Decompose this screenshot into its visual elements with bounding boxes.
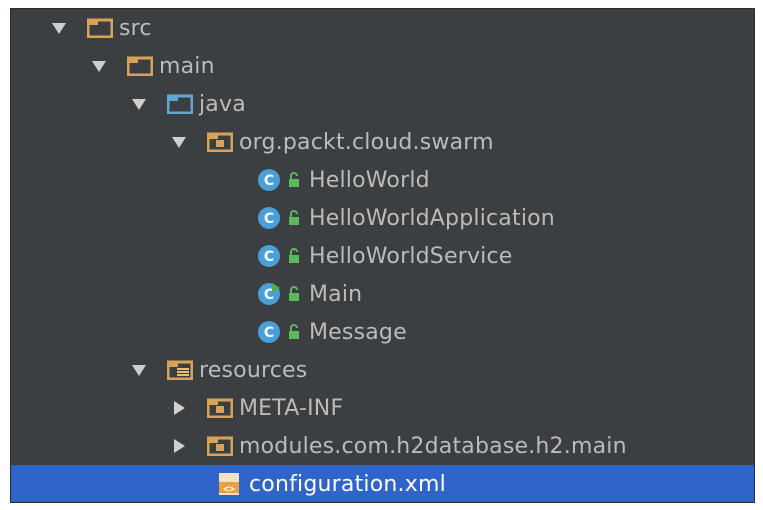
tree-node-label: Main bbox=[309, 281, 363, 307]
tree-node-class-main[interactable]: C Main bbox=[11, 275, 754, 313]
tree-node-main[interactable]: main bbox=[11, 47, 754, 85]
resources-folder-icon bbox=[167, 360, 193, 380]
folder-icon bbox=[87, 18, 113, 38]
expand-arrow-down-icon[interactable] bbox=[51, 20, 67, 36]
svg-text:C: C bbox=[264, 211, 274, 227]
tree-node-label: org.packt.cloud.swarm bbox=[239, 129, 494, 155]
expand-arrow-right-icon[interactable] bbox=[171, 438, 187, 454]
xml-file-icon: <> bbox=[217, 472, 241, 496]
expand-arrow-right-icon[interactable] bbox=[171, 400, 187, 416]
project-tree-panel: src main java org.packt.cloud.swarm C He… bbox=[10, 8, 755, 503]
tree-node-label: src bbox=[119, 15, 152, 41]
tree-node-java[interactable]: java bbox=[11, 85, 754, 123]
package-icon bbox=[207, 398, 233, 418]
class-icon: C bbox=[257, 320, 281, 344]
package-icon bbox=[207, 132, 233, 152]
tree-node-label: META-INF bbox=[239, 395, 344, 421]
tree-node-label: modules.com.h2database.h2.main bbox=[239, 433, 627, 459]
unlocked-icon bbox=[287, 248, 301, 264]
runnable-class-icon: C bbox=[257, 282, 281, 306]
tree-node-label: HelloWorldApplication bbox=[309, 205, 555, 231]
tree-node-class-message[interactable]: C Message bbox=[11, 313, 754, 351]
tree-node-label: resources bbox=[199, 357, 308, 383]
tree-node-label: HelloWorldService bbox=[309, 243, 513, 269]
tree-node-class-helloworldapplication[interactable]: C HelloWorldApplication bbox=[11, 199, 754, 237]
class-icon: C bbox=[257, 168, 281, 192]
tree-node-resources[interactable]: resources bbox=[11, 351, 754, 389]
unlocked-icon bbox=[287, 286, 301, 302]
tree-node-label: java bbox=[199, 91, 246, 117]
tree-node-class-helloworld[interactable]: C HelloWorld bbox=[11, 161, 754, 199]
tree-node-modules[interactable]: modules.com.h2database.h2.main bbox=[11, 427, 754, 465]
svg-text:C: C bbox=[264, 249, 274, 265]
class-icon: C bbox=[257, 244, 281, 268]
unlocked-icon bbox=[287, 324, 301, 340]
expand-arrow-down-icon[interactable] bbox=[131, 362, 147, 378]
tree-node-label: HelloWorld bbox=[309, 167, 430, 193]
expand-arrow-down-icon[interactable] bbox=[91, 58, 107, 74]
source-folder-icon bbox=[167, 94, 193, 114]
unlocked-icon bbox=[287, 172, 301, 188]
tree-node-package[interactable]: org.packt.cloud.swarm bbox=[11, 123, 754, 161]
tree-node-meta-inf[interactable]: META-INF bbox=[11, 389, 754, 427]
unlocked-icon bbox=[287, 210, 301, 226]
tree-node-class-helloworldservice[interactable]: C HelloWorldService bbox=[11, 237, 754, 275]
svg-text:C: C bbox=[264, 173, 274, 189]
expand-arrow-down-icon[interactable] bbox=[131, 96, 147, 112]
expand-arrow-down-icon[interactable] bbox=[171, 134, 187, 150]
tree-node-label: configuration.xml bbox=[249, 471, 446, 497]
folder-icon bbox=[127, 56, 153, 76]
tree-node-label: Message bbox=[309, 319, 407, 345]
svg-text:C: C bbox=[264, 325, 274, 341]
class-icon: C bbox=[257, 206, 281, 230]
package-icon bbox=[207, 436, 233, 456]
tree-node-configuration-xml[interactable]: <> configuration.xml bbox=[11, 465, 754, 502]
tree-node-label: main bbox=[159, 53, 215, 79]
tree-node-src[interactable]: src bbox=[11, 9, 754, 47]
svg-text:<>: <> bbox=[223, 484, 235, 495]
